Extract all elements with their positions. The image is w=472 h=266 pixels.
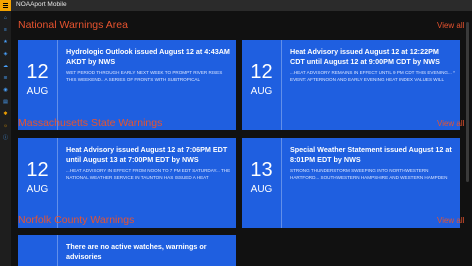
app-title: NOAAport Mobile — [16, 1, 67, 8]
card-description: WET PERIOD THROUGH EARLY NEXT WEEK TO PR… — [66, 70, 223, 84]
wind-icon[interactable]: ≋ — [3, 76, 8, 81]
hamburger-menu-icon[interactable] — [0, 0, 11, 11]
card-date: 13 AUG — [242, 138, 282, 228]
view-all-national-link[interactable]: View all — [437, 21, 464, 30]
star-icon[interactable]: ★ — [3, 40, 8, 45]
sun-icon[interactable]: ☼ — [3, 124, 8, 129]
section-title-national: National Warnings Area — [18, 19, 128, 31]
scrollbar[interactable] — [466, 22, 469, 182]
card-title: Heat Advisory issued August 12 at 12:22P… — [290, 47, 440, 66]
warning-card[interactable]: 12 AUG Heat Advisory issued August 12 at… — [242, 40, 460, 130]
card-title: Special Weather Statement issued August … — [290, 145, 452, 164]
nav-rail: ⌂ ≡ ★ ◈ ☁ ≋ ◉ ▤ ✱ ☼ ⓘ — [0, 11, 11, 266]
cloud-icon[interactable]: ☁ — [3, 64, 8, 69]
info-icon[interactable]: ⓘ — [3, 136, 8, 141]
card-title: Heat Advisory issued August 12 at 7:06PM… — [66, 145, 228, 164]
card-description: ...HEAT ADVISORY REMAINS IN EFFECT UNTIL… — [290, 70, 455, 84]
card-description: STRONG THUNDERSTORM SWEEPING INTO NORTHW… — [290, 168, 448, 182]
warning-card[interactable]: 13 AUG Special Weather Statement issued … — [242, 138, 460, 228]
chart-icon[interactable]: ▤ — [3, 100, 8, 105]
card-date: 12 AUG — [242, 40, 282, 130]
view-all-massachusetts-link[interactable]: View all — [437, 119, 464, 128]
card-date — [18, 235, 58, 266]
list-icon[interactable]: ≡ — [3, 28, 8, 33]
title-bar: NOAAport Mobile — [0, 0, 472, 11]
no-warnings-card[interactable]: There are no active watches, warnings or… — [18, 235, 236, 266]
section-title-norfolk: Norfolk County Warnings — [18, 214, 135, 226]
bell-icon[interactable]: ◉ — [3, 88, 8, 93]
view-all-norfolk-link[interactable]: View all — [437, 216, 464, 225]
section-title-massachusetts: Massachusetts State Warnings — [18, 117, 163, 129]
settings-icon[interactable]: ✱ — [3, 112, 8, 117]
card-description: ...HEAT ADVISORY IN EFFECT FROM NOON TO … — [66, 168, 231, 182]
map-icon[interactable]: ◈ — [3, 52, 8, 57]
card-title: Hydrologic Outlook issued August 12 at 4… — [66, 47, 230, 66]
home-icon[interactable]: ⌂ — [3, 16, 8, 21]
card-title: There are no active watches, warnings or… — [66, 242, 207, 261]
